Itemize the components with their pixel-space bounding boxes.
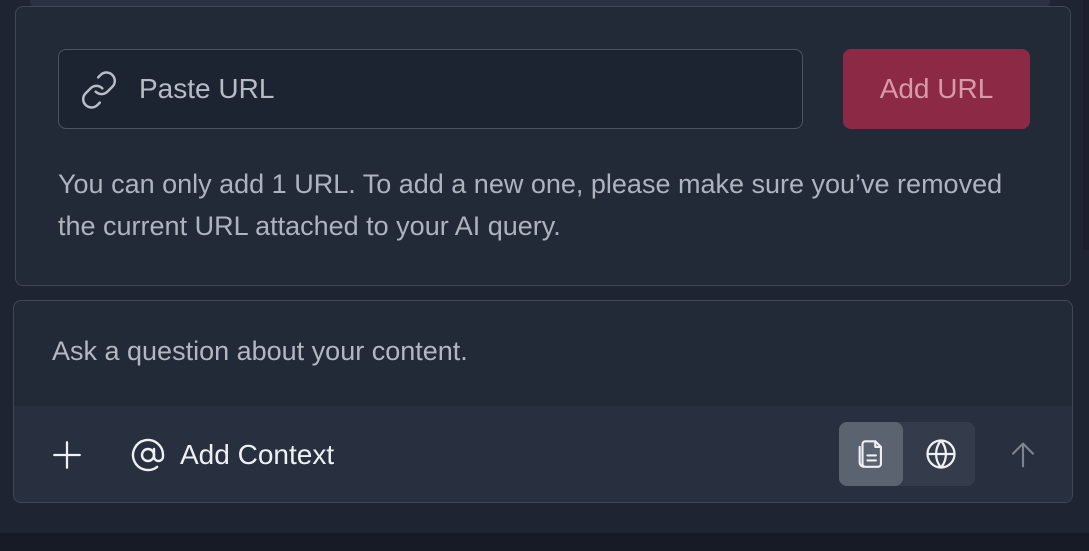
document-icon (854, 437, 888, 471)
add-context-button[interactable]: Add Context (130, 432, 334, 478)
url-input-field[interactable] (58, 49, 803, 129)
globe-icon (923, 436, 959, 472)
link-icon (78, 69, 120, 111)
url-limit-note: You can only add 1 URL. To add a new one… (58, 169, 1003, 241)
question-input[interactable] (52, 329, 1032, 373)
bottom-strip (0, 533, 1089, 551)
url-attach-panel: Add URL You can only add 1 URL. To add a… (15, 6, 1071, 286)
scroll-edge (1083, 0, 1089, 250)
send-button[interactable] (1000, 432, 1046, 478)
at-sign-icon (130, 437, 166, 473)
add-url-button[interactable]: Add URL (843, 49, 1030, 129)
documents-toggle[interactable] (839, 422, 903, 486)
app-stage: Add URL You can only add 1 URL. To add a… (0, 0, 1089, 551)
url-input[interactable] (139, 50, 779, 127)
plus-icon[interactable] (44, 432, 90, 478)
chat-composer: Add Context (13, 300, 1073, 503)
source-toggle (839, 422, 975, 486)
composer-toolbar: Add Context (14, 406, 1072, 502)
add-context-label: Add Context (180, 439, 335, 470)
web-toggle[interactable] (907, 422, 975, 486)
arrow-up-icon (1006, 438, 1040, 472)
